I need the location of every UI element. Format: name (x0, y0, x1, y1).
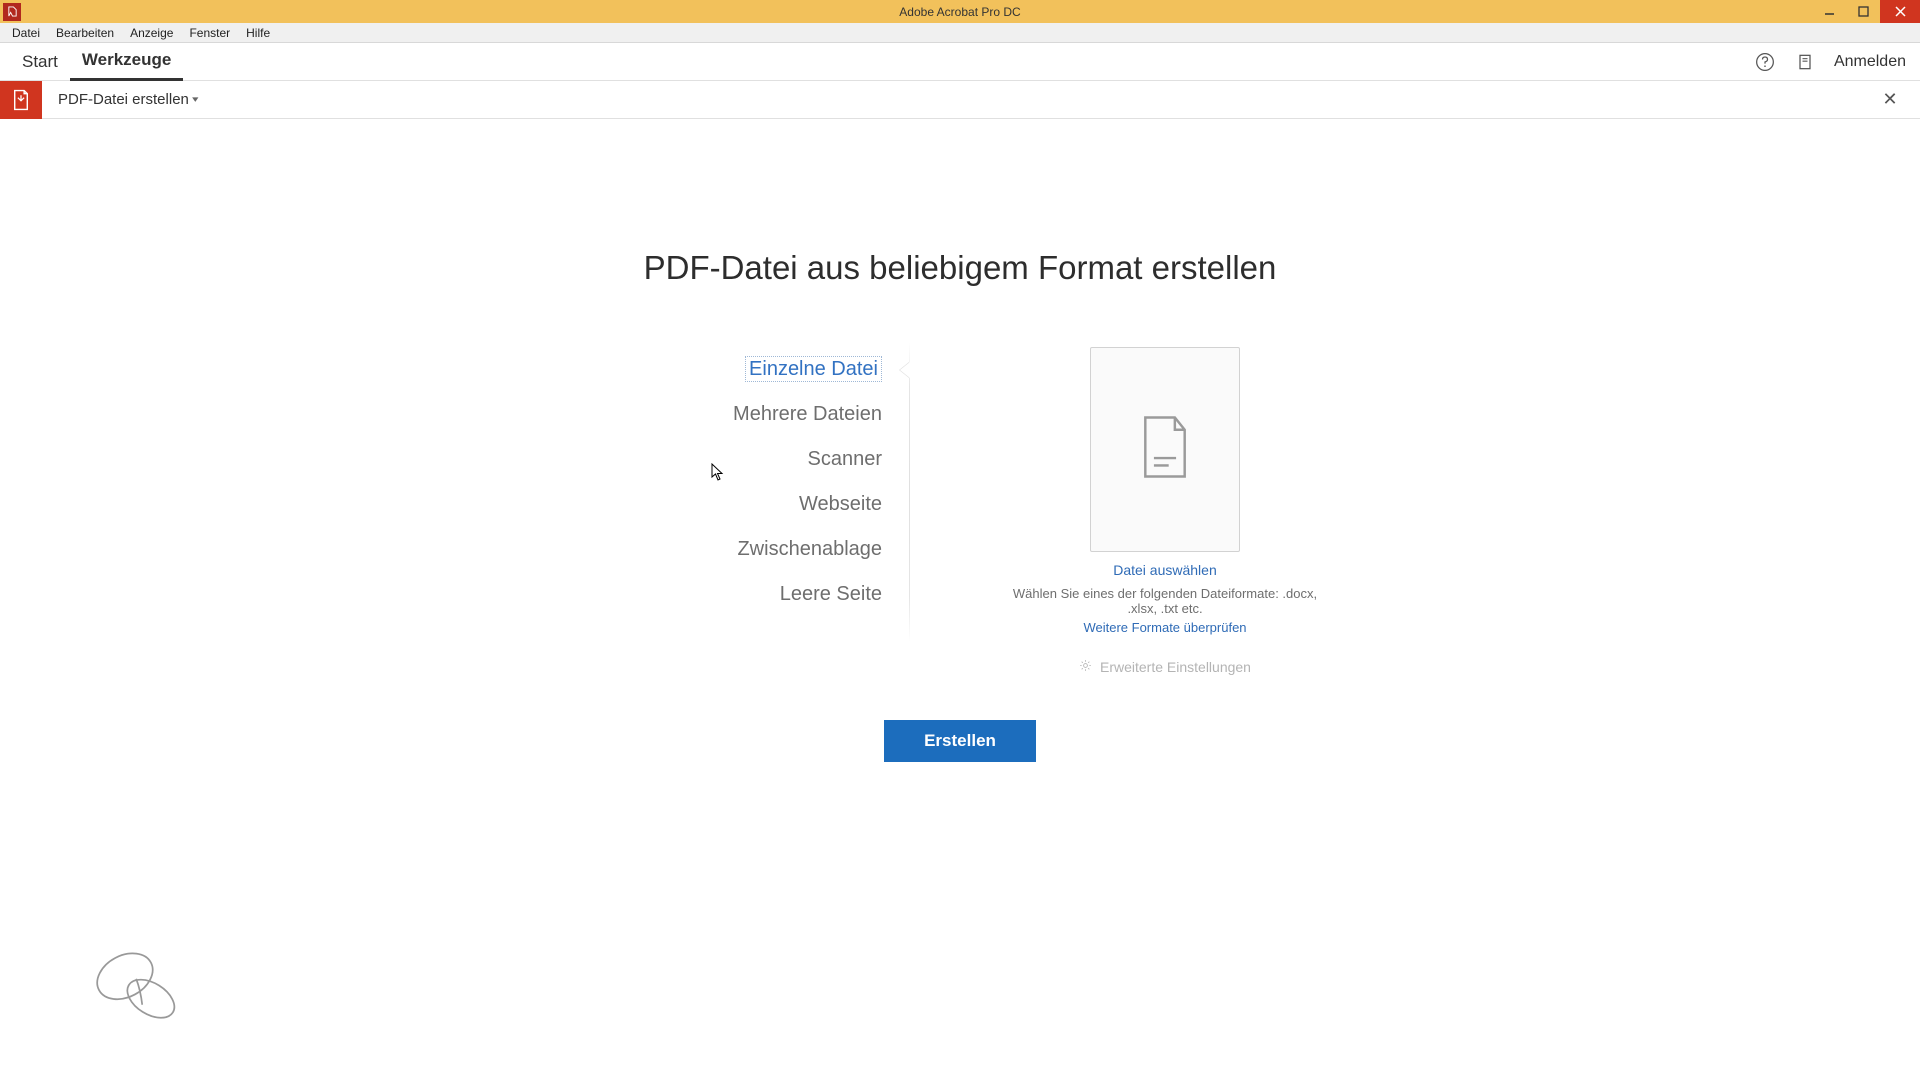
close-button[interactable] (1880, 0, 1920, 23)
notifications-icon[interactable] (1794, 51, 1816, 73)
main-content: PDF-Datei aus beliebigem Format erstelle… (0, 119, 1920, 762)
toolbar-close-button[interactable]: ✕ (1878, 88, 1902, 112)
menu-view[interactable]: Anzeige (122, 26, 181, 40)
menu-window[interactable]: Fenster (181, 26, 238, 40)
more-formats-link[interactable]: Weitere Formate überprüfen (1083, 620, 1246, 635)
signin-link[interactable]: Anmelden (1834, 53, 1906, 71)
options-divider (909, 342, 910, 642)
minimize-button[interactable] (1812, 0, 1846, 23)
file-icon (1139, 415, 1191, 484)
option-blank-page[interactable]: Leere Seite (590, 572, 882, 617)
page-heading: PDF-Datei aus beliebigem Format erstelle… (644, 249, 1277, 287)
advanced-settings-label: Erweiterte Einstellungen (1100, 659, 1251, 675)
window-titlebar: Adobe Acrobat Pro DC (0, 0, 1920, 23)
option-single-file[interactable]: Einzelne Datei (590, 347, 882, 392)
create-button[interactable]: Erstellen (884, 720, 1036, 762)
menu-bar: Datei Bearbeiten Anzeige Fenster Hilfe (0, 23, 1920, 43)
tab-tools[interactable]: Werkzeuge (70, 43, 183, 81)
app-icon (3, 3, 21, 21)
window-title: Adobe Acrobat Pro DC (899, 5, 1020, 19)
butterfly-logo (88, 940, 193, 1040)
advanced-settings: Erweiterte Einstellungen (1079, 659, 1251, 675)
select-file-link[interactable]: Datei auswählen (1113, 562, 1217, 578)
help-icon[interactable] (1754, 51, 1776, 73)
chevron-down-icon: ▾ (192, 94, 198, 105)
window-controls (1812, 0, 1920, 23)
format-hint: Wählen Sie eines der folgenden Dateiform… (1000, 586, 1330, 616)
tool-bar: PDF-Datei erstellen ▾ ✕ (0, 81, 1920, 119)
option-website[interactable]: Webseite (590, 482, 882, 527)
tool-title-label: PDF-Datei erstellen (58, 91, 189, 108)
create-panel: Einzelne Datei Mehrere Dateien Scanner W… (590, 347, 1330, 675)
tab-start[interactable]: Start (10, 43, 70, 81)
menu-edit[interactable]: Bearbeiten (48, 26, 122, 40)
file-dropzone[interactable] (1090, 347, 1240, 552)
menu-file[interactable]: Datei (4, 26, 48, 40)
create-pdf-icon (0, 81, 42, 119)
option-scanner[interactable]: Scanner (590, 437, 882, 482)
gear-icon (1079, 659, 1092, 675)
tab-bar: Start Werkzeuge Anmelden (0, 43, 1920, 81)
maximize-button[interactable] (1846, 0, 1880, 23)
menu-help[interactable]: Hilfe (238, 26, 278, 40)
dropzone-area: Datei auswählen Wählen Sie eines der fol… (910, 347, 1330, 675)
tool-title-dropdown[interactable]: PDF-Datei erstellen ▾ (42, 91, 197, 108)
option-clipboard[interactable]: Zwischenablage (590, 527, 882, 572)
option-multiple-files[interactable]: Mehrere Dateien (590, 392, 882, 437)
source-options: Einzelne Datei Mehrere Dateien Scanner W… (590, 347, 910, 617)
